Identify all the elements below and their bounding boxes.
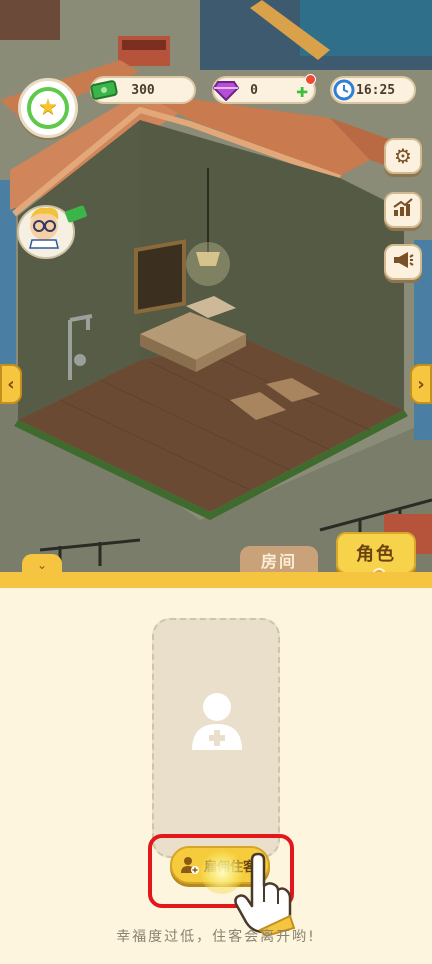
player-avatar[interactable]: ★ bbox=[18, 78, 78, 138]
chevron-left-icon: ‹ bbox=[7, 373, 15, 395]
next-room-button[interactable]: › bbox=[410, 364, 432, 404]
tab-character-label: 角色 bbox=[356, 544, 396, 565]
gem-counter[interactable]: 0 ✚ bbox=[212, 74, 316, 104]
chevron-right-icon: › bbox=[417, 373, 425, 395]
money-counter[interactable]: 300 bbox=[90, 76, 196, 104]
stats-button[interactable] bbox=[384, 192, 422, 228]
gear-icon: ⚙ bbox=[394, 144, 412, 168]
previous-room-button[interactable]: ‹ bbox=[0, 364, 22, 404]
tab-room[interactable]: 房间 bbox=[240, 546, 318, 574]
settings-button[interactable]: ⚙ bbox=[384, 138, 422, 174]
announcement-button[interactable] bbox=[384, 244, 422, 280]
clock-value: 16:25 bbox=[356, 82, 396, 98]
add-person-icon bbox=[190, 690, 244, 752]
notification-dot bbox=[305, 74, 316, 85]
pointing-hand-icon bbox=[230, 852, 300, 938]
gem-value: 0 bbox=[250, 82, 258, 98]
tab-room-label: 房间 bbox=[260, 552, 297, 571]
happiness-warning: 幸福度过低，住客会离开哟! bbox=[116, 929, 316, 945]
star-icon: ★ bbox=[38, 95, 58, 120]
chart-up-icon bbox=[392, 197, 414, 223]
megaphone-icon bbox=[392, 250, 414, 275]
collapse-panel-button[interactable]: ⌄ bbox=[22, 554, 62, 574]
money-value: 300 bbox=[131, 82, 155, 98]
chevron-down-icon: ⌄ bbox=[36, 558, 48, 572]
panel-top-strip bbox=[0, 572, 432, 588]
level-progress-ring: ★ bbox=[27, 87, 69, 129]
tab-character[interactable]: 角色 bbox=[336, 532, 416, 582]
npc-landlord-bubble[interactable] bbox=[16, 196, 92, 260]
game-clock: 16:25 bbox=[330, 76, 416, 104]
